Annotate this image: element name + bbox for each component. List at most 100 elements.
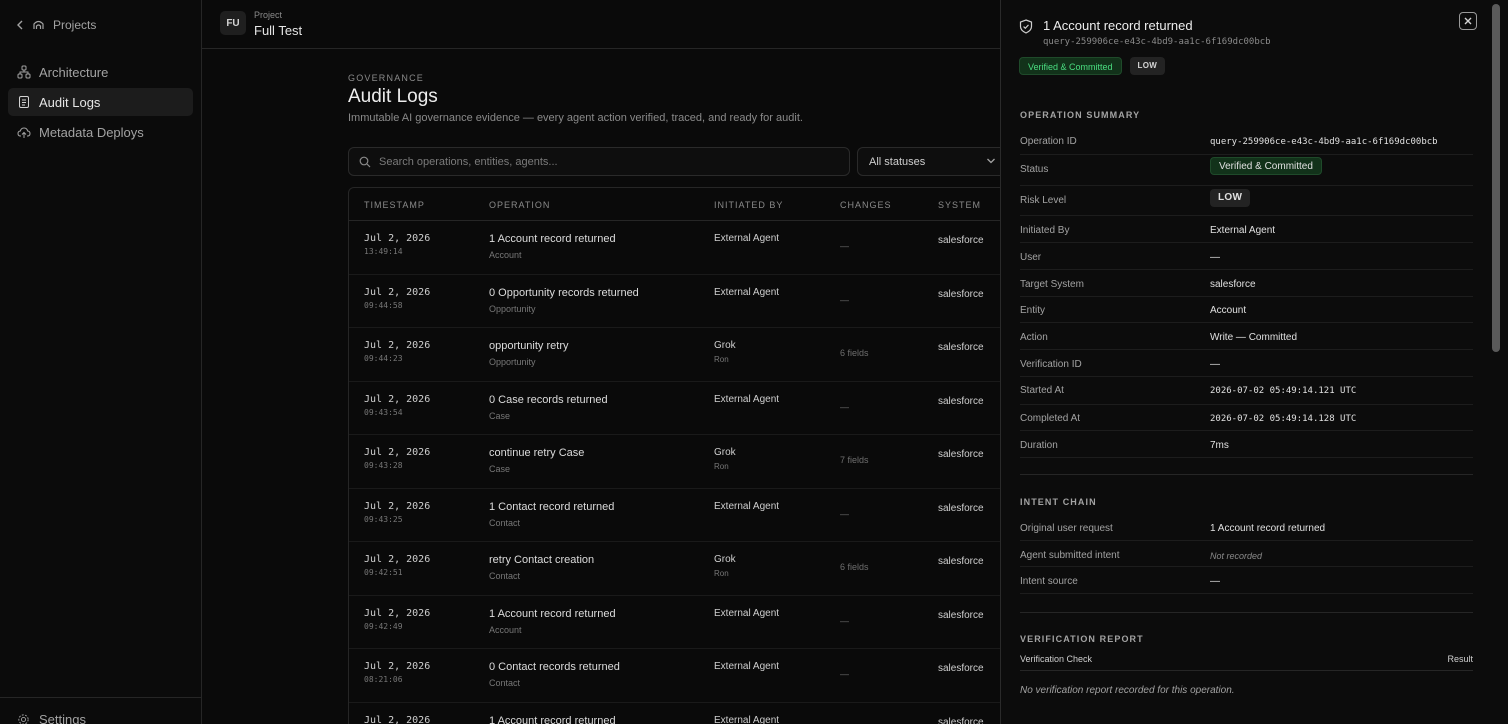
table-row[interactable]: Jul 2, 2026 13:49:14 1 Account record retu… [349, 221, 1000, 275]
changes-count: — [840, 508, 849, 519]
changes-count: — [840, 294, 849, 305]
operation-name: 1 Account record returned [489, 607, 616, 620]
operation-entity: Account [489, 624, 522, 635]
table-row[interactable]: Jul 2, 2026 09:42:49 1 Account record retu… [349, 596, 1000, 649]
cloud-upload-icon [17, 127, 31, 138]
operation-name: continue retry Case [489, 447, 585, 459]
field-value: Write — Committed [1210, 332, 1298, 343]
table-row[interactable]: Jul 2, 2026 09:43:28 continue retry Case Ca… [349, 435, 1000, 489]
risk-badge: LOW [1210, 189, 1251, 207]
changes-count: 6 fields [840, 348, 869, 358]
page-kicker: GOVERNANCE [348, 73, 425, 83]
timestamp-time: 13:49:14 [364, 247, 403, 256]
status-badge: Verified & Committed [1210, 157, 1322, 175]
close-panel-button[interactable] [1459, 12, 1477, 30]
operation-name: 1 Account record returned [489, 233, 616, 245]
page-title: Audit Logs [348, 86, 438, 107]
project-avatar[interactable]: FU [220, 11, 246, 35]
timestamp-date: Jul 2, 2026 [364, 607, 431, 619]
system-name: salesforce [938, 502, 984, 514]
field-value: 7ms [1210, 440, 1229, 451]
timestamp-time: 09:43:54 [364, 407, 403, 417]
changes-count: — [840, 615, 849, 626]
operation-name: 0 Opportunity records returned [489, 286, 639, 299]
table-row[interactable]: Jul 2, 2026 09:44:23 opportunity retry Oppo… [349, 328, 1000, 382]
initiated-by: External Agent [714, 286, 780, 298]
detail-field-row: Action Write — Committed [1020, 332, 1473, 350]
detail-query-id: query-259906ce-e43c-4bd9-aa1c-6f169dc00b… [1043, 37, 1271, 47]
panel-scrollbar[interactable] [1492, 4, 1500, 352]
detail-field-row: Status Verified & Committed [1020, 157, 1473, 186]
timestamp-date: Jul 2, 2026 [364, 447, 431, 458]
field-label: Entity [1020, 305, 1046, 316]
back-to-projects-link[interactable]: Projects [16, 16, 96, 34]
detail-field-row: User — [1020, 252, 1473, 270]
status-filter-select[interactable]: All statuses [857, 147, 1000, 176]
table-row[interactable]: Jul 2, 2026 09:43:25 1 Contact record retu… [349, 489, 1000, 542]
operation-entity: Account [489, 250, 522, 260]
column-header-initiated-by[interactable]: INITIATED BY [714, 200, 783, 210]
timestamp-time: 08:21:06 [364, 675, 403, 684]
field-value: 1 Account record returned [1210, 523, 1326, 534]
sidebar-item-label: Metadata Deploys [39, 124, 144, 140]
changes-count: — [840, 669, 849, 679]
detail-field-row: Completed At 2026-07-02 05:49:14.128 UTC [1020, 413, 1473, 431]
detail-field-row: Verification ID — [1020, 359, 1473, 377]
initiated-by: Grok [714, 554, 736, 565]
intent-heading: INTENT CHAIN [1020, 497, 1097, 507]
operation-entity: Contact [489, 517, 521, 528]
field-value: Account [1210, 305, 1247, 316]
timestamp-date: Jul 2, 2026 [364, 500, 431, 512]
sidebar-item-architecture[interactable]: Architecture [8, 58, 193, 86]
operation-name: opportunity retry [489, 340, 569, 352]
table-row[interactable]: Jul 2, 2026 09:44:58 0 Opportunity records… [349, 275, 1000, 328]
field-value: — [1210, 576, 1220, 587]
changes-count: — [840, 241, 849, 251]
initiated-by-user: Ron [714, 569, 729, 578]
search-input[interactable] [379, 155, 819, 168]
architecture-icon [17, 65, 31, 79]
field-label: Initiated By [1020, 225, 1070, 236]
detail-field-row: Duration 7ms [1020, 440, 1473, 458]
column-header-system[interactable]: SYSTEM [938, 200, 981, 210]
section-divider [1020, 612, 1473, 613]
sidebar: Projects Architecture Audit Logs Metadat… [0, 0, 202, 724]
status-badge: Verified & Committed [1019, 57, 1122, 75]
timestamp-date: Jul 2, 2026 [364, 286, 431, 298]
audit-log-table: TIMESTAMP OPERATION INITIATED BY CHANGES… [348, 187, 1000, 724]
document-icon [19, 96, 29, 108]
sidebar-item-metadata-deploys[interactable]: Metadata Deploys [8, 118, 193, 146]
operation-name: 0 Contact records returned [489, 661, 620, 673]
detail-field-row: Target System salesforce [1020, 279, 1473, 297]
sidebar-item-label: Audit Logs [39, 94, 101, 110]
project-header: FU Project Full Test [202, 0, 1000, 49]
detail-field-row: Started At 2026-07-02 05:49:14.121 UTC [1020, 385, 1473, 405]
field-label: Intent source [1020, 576, 1078, 587]
initiated-by: Grok [714, 340, 736, 351]
gear-icon [18, 714, 29, 724]
detail-title: 1 Account record returned [1043, 18, 1193, 33]
status-filter-value: All statuses [869, 155, 926, 168]
page-subtitle: Immutable AI governance evidence — every… [348, 112, 803, 124]
initiated-by-user: Ron [714, 355, 729, 364]
table-row[interactable]: Jul 2, 2026 09:43:54 0 Case records return… [349, 382, 1000, 435]
detail-field-row: Initiated By External Agent [1020, 225, 1473, 243]
table-row[interactable]: Jul 2, 2026 09:42:51 retry Contact creatio… [349, 542, 1000, 596]
column-header-timestamp[interactable]: TIMESTAMP [364, 200, 425, 210]
search-box[interactable] [348, 147, 850, 176]
table-row[interactable]: Jul 2, 2026 08:21:06 0 Contact records ret… [349, 649, 1000, 703]
operation-entity: Opportunity [489, 303, 536, 314]
sidebar-nav: Architecture Audit Logs Metadata Deploys [8, 58, 193, 148]
search-icon [359, 156, 371, 167]
system-name: salesforce [938, 449, 984, 460]
column-header-changes[interactable]: CHANGES [840, 200, 892, 210]
system-name: salesforce [938, 716, 984, 724]
field-label: Completed At [1020, 413, 1081, 424]
sidebar-item-settings[interactable]: Settings [17, 712, 86, 724]
table-row[interactable]: Jul 2, 2026 1 Account record returned Exte… [349, 703, 1000, 724]
timestamp-time: 09:42:51 [364, 568, 403, 577]
sidebar-item-audit-logs[interactable]: Audit Logs [8, 88, 193, 116]
field-label: Action [1020, 332, 1048, 343]
system-name: salesforce [938, 395, 984, 407]
column-header-operation[interactable]: OPERATION [489, 200, 550, 210]
